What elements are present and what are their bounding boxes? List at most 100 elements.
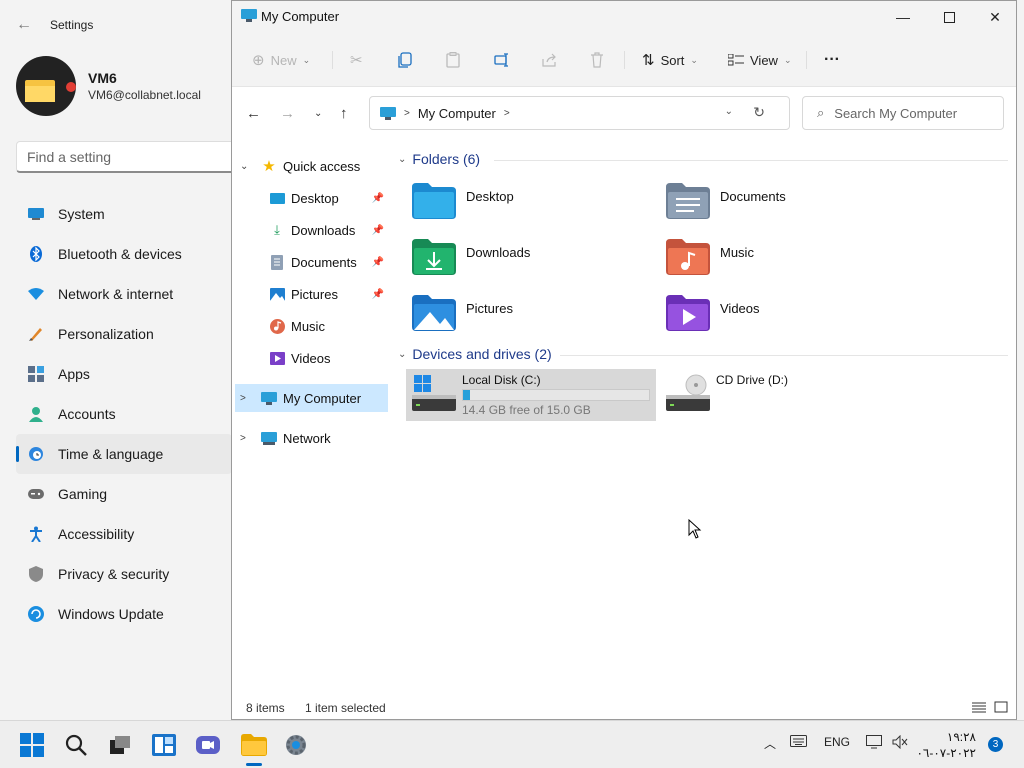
monitor-icon: [28, 206, 44, 222]
devices-group-header[interactable]: ⌄ Devices and drives (2): [398, 346, 552, 362]
drive-local-disk-c[interactable]: Local Disk (C:) 14.4 GB free of 15.0 GB: [406, 369, 656, 421]
widgets-button[interactable]: [148, 729, 180, 761]
tree-item-desktop[interactable]: Desktop 📌: [232, 184, 388, 212]
folder-desktop[interactable]: Desktop: [412, 183, 662, 233]
back-arrow-icon[interactable]: ←: [246, 105, 261, 122]
find-setting-input[interactable]: Find a setting: [16, 141, 246, 173]
notification-badge[interactable]: 3: [988, 737, 1003, 752]
folder-videos[interactable]: Videos: [666, 295, 916, 345]
nav-label: Apps: [58, 366, 90, 382]
paste-button[interactable]: [446, 47, 460, 73]
volume-muted-icon[interactable]: [892, 734, 908, 752]
tree-label: Quick access: [283, 158, 361, 174]
desktop-icon: [269, 190, 285, 206]
delete-button[interactable]: [590, 47, 604, 73]
input-language[interactable]: ENG: [824, 735, 850, 749]
nav-item-gaming[interactable]: Gaming: [16, 474, 232, 514]
user-profile[interactable]: VM6 VM6@collabnet.local: [16, 56, 201, 116]
chevron-down-icon[interactable]: ⌄: [725, 106, 733, 117]
selection-count: 1 item selected: [305, 701, 386, 715]
chevron-right-icon[interactable]: >: [240, 433, 246, 444]
chat-button[interactable]: [192, 729, 224, 761]
tree-label: Pictures: [291, 286, 338, 302]
nav-item-accessibility[interactable]: Accessibility: [16, 514, 232, 554]
rename-button[interactable]: [494, 47, 510, 73]
tree-label: Videos: [291, 350, 331, 366]
nav-item-windows-update[interactable]: Windows Update: [16, 594, 232, 634]
nav-item-accounts[interactable]: Accounts: [16, 394, 232, 434]
nav-label: Gaming: [58, 486, 108, 502]
nav-item-time-language[interactable]: Time & language: [16, 434, 232, 474]
drive-free-space: 14.4 GB free of 15.0 GB: [462, 403, 591, 417]
hard-drive-icon: [412, 375, 456, 411]
clock-date: ٢٠٢٢-٠٧-٠٦: [916, 746, 976, 760]
computer-icon: [241, 9, 257, 22]
folder-music[interactable]: Music: [666, 239, 916, 289]
copy-button[interactable]: [398, 47, 412, 73]
tree-item-downloads[interactable]: ⤓ Downloads 📌: [232, 216, 388, 244]
cut-button[interactable]: ✂: [350, 47, 363, 73]
maximize-button[interactable]: [926, 1, 972, 33]
tree-item-my-computer[interactable]: > My Computer: [235, 384, 388, 412]
recent-locations-chevron-icon[interactable]: ⌄: [314, 108, 322, 119]
clock-time: ١٩:٢٨: [946, 730, 976, 744]
nav-item-apps[interactable]: Apps: [16, 354, 232, 394]
file-explorer-window: My Computer — ✕ ⊕ New ⌄ ✂ ⇅ Sort ⌄ View …: [231, 0, 1017, 720]
file-explorer-taskbar-button[interactable]: [238, 729, 270, 761]
task-view-button[interactable]: [104, 729, 136, 761]
update-icon: [28, 606, 44, 622]
share-button[interactable]: [542, 47, 558, 73]
tree-item-music[interactable]: Music: [232, 312, 388, 340]
clock[interactable]: ١٩:٢٨ ٢٠٢٢-٠٧-٠٦: [912, 729, 976, 761]
folder-pictures[interactable]: Pictures: [412, 295, 662, 345]
details-view-icon[interactable]: [972, 701, 986, 713]
large-icons-view-icon[interactable]: [994, 701, 1008, 713]
navigation-pane: ⌄ ★ Quick access Desktop 📌 ⤓ Downloads 📌…: [232, 147, 390, 692]
nav-item-privacy[interactable]: Privacy & security: [16, 554, 232, 594]
tree-item-documents[interactable]: Documents 📌: [232, 248, 388, 276]
nav-item-system[interactable]: System: [16, 194, 232, 234]
nav-item-bluetooth[interactable]: Bluetooth & devices: [16, 234, 232, 274]
folder-documents[interactable]: Documents: [666, 183, 916, 233]
tree-item-pictures[interactable]: Pictures 📌: [232, 280, 388, 308]
nav-label: Network & internet: [58, 286, 174, 302]
tree-label: Music: [291, 318, 325, 334]
up-arrow-icon[interactable]: ↑: [340, 105, 348, 122]
more-options-button[interactable]: ···: [824, 47, 840, 73]
copy-icon: [398, 52, 412, 68]
tree-item-network[interactable]: > Network: [232, 424, 388, 452]
tree-item-quick-access[interactable]: ⌄ ★ Quick access: [232, 152, 388, 180]
new-button[interactable]: ⊕ New ⌄: [252, 47, 310, 73]
refresh-icon[interactable]: ↻: [753, 104, 765, 121]
search-button[interactable]: [60, 729, 92, 761]
nav-item-network[interactable]: Network & internet: [16, 274, 232, 314]
start-button[interactable]: [16, 729, 48, 761]
drive-cd-d[interactable]: CD Drive (D:): [660, 369, 910, 421]
chevron-down-icon: ⌄: [398, 153, 407, 165]
address-bar[interactable]: > My Computer > ⌄ ↻: [369, 96, 790, 130]
folder-downloads[interactable]: Downloads: [412, 239, 662, 289]
view-button[interactable]: View ⌄: [728, 47, 792, 73]
chevron-down-icon[interactable]: ⌄: [240, 161, 248, 172]
active-app-indicator: [246, 763, 262, 766]
minimize-button[interactable]: —: [880, 1, 926, 33]
show-hidden-icons-chevron-icon[interactable]: ︿: [764, 735, 776, 752]
breadcrumb-item[interactable]: My Computer: [418, 106, 496, 121]
explorer-titlebar: My Computer — ✕: [232, 1, 1016, 33]
keyboard-icon[interactable]: [790, 735, 807, 750]
network-status-icon[interactable]: [866, 735, 882, 752]
folders-group-header[interactable]: ⌄ Folders (6): [398, 151, 480, 167]
forward-arrow-icon[interactable]: →: [280, 105, 295, 122]
user-name: VM6: [88, 70, 117, 86]
star-icon: ★: [262, 158, 276, 175]
nav-item-personalization[interactable]: Personalization: [16, 314, 232, 354]
sort-button[interactable]: ⇅ Sort ⌄: [642, 47, 698, 73]
close-button[interactable]: ✕: [972, 1, 1018, 33]
brush-icon: [28, 326, 44, 342]
chevron-right-icon[interactable]: >: [240, 393, 246, 404]
search-input[interactable]: ⌕ Search My Computer: [802, 96, 1004, 130]
tree-item-videos[interactable]: Videos: [232, 344, 388, 372]
settings-taskbar-button[interactable]: [280, 729, 312, 761]
back-arrow-icon[interactable]: ←: [16, 16, 32, 34]
tree-label: My Computer: [283, 390, 362, 406]
